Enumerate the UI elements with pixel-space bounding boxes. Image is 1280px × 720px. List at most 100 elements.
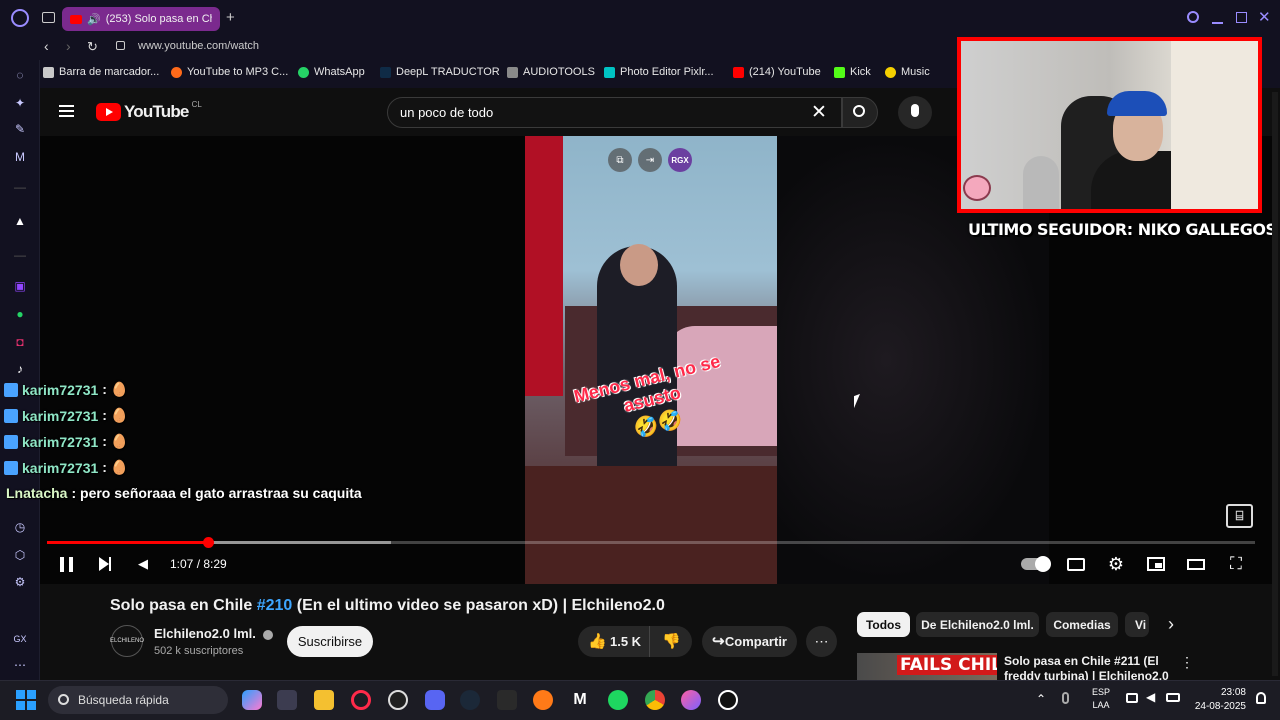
search-input[interactable]: un poco de todo: [387, 97, 842, 128]
speaker-icon[interactable]: 🔊: [87, 13, 101, 26]
chat-username: Lnatacha: [6, 485, 68, 501]
more-actions-button[interactable]: ⋯: [806, 626, 837, 657]
clock-date: 24-08-2025: [1194, 701, 1246, 712]
recommended-menu-icon[interactable]: ⋮: [1180, 654, 1194, 671]
itunes-icon[interactable]: [681, 690, 701, 710]
channel-avatar[interactable]: ELCHILENO: [110, 625, 144, 657]
back-icon[interactable]: ‹: [44, 38, 49, 54]
next-button[interactable]: [96, 554, 114, 574]
triangle-icon[interactable]: ▲: [13, 214, 27, 228]
fullscreen-button[interactable]: ⛶: [1226, 554, 1246, 574]
taskbar-search[interactable]: Búsqueda rápida: [48, 686, 228, 714]
chat-message: karim72731: 🥚: [4, 381, 128, 398]
epic-games-icon[interactable]: [497, 690, 517, 710]
windows-start-icon[interactable]: [16, 690, 36, 710]
scrubber-handle[interactable]: [202, 537, 214, 548]
youtube-logo[interactable]: YouTube CL: [96, 100, 202, 122]
theater-button[interactable]: [1186, 554, 1206, 574]
m-app-icon[interactable]: M: [570, 690, 590, 710]
twitch-icon[interactable]: ▣: [13, 279, 27, 293]
reload-icon[interactable]: ↻: [87, 39, 98, 55]
bookmark-6[interactable]: (214) YouTube: [733, 66, 821, 78]
bookmark-3[interactable]: DeepL TRADUCTOR: [380, 66, 500, 78]
recommended-title[interactable]: Solo pasa en Chile #211 (El freddy turbi…: [1004, 654, 1174, 680]
enter-overlay-icon[interactable]: ⇥: [638, 148, 662, 172]
bookmark-8[interactable]: Music: [885, 66, 930, 78]
volume-tray-icon[interactable]: ◀: [1146, 690, 1155, 704]
instagram-icon[interactable]: ◘: [13, 335, 27, 349]
forward-icon[interactable]: ›: [66, 38, 71, 54]
bookmark-7[interactable]: Kick: [834, 66, 871, 78]
steam-icon[interactable]: [460, 690, 480, 710]
battery-icon[interactable]: [1166, 693, 1180, 702]
mic-tray-icon[interactable]: [1062, 692, 1069, 704]
search-tabs-icon[interactable]: [1187, 11, 1199, 23]
gx-icon[interactable]: GX: [13, 632, 27, 646]
chip-more[interactable]: Vi: [1125, 612, 1149, 637]
subtitles-button[interactable]: [1066, 554, 1086, 574]
close-window-button[interactable]: ✕: [1258, 8, 1271, 26]
chevron-right-icon[interactable]: ›: [1168, 614, 1174, 635]
maximize-button[interactable]: [1236, 12, 1247, 23]
minimize-button[interactable]: [1212, 22, 1223, 24]
pencil-icon[interactable]: ✎: [13, 122, 27, 136]
clear-search-icon[interactable]: ✕: [811, 101, 827, 124]
bookmark-2[interactable]: WhatsApp: [298, 66, 365, 78]
search-button[interactable]: [842, 97, 878, 128]
discord-icon[interactable]: [425, 690, 445, 710]
page-scrollbar[interactable]: [1272, 92, 1278, 676]
tab-overview-icon[interactable]: [42, 12, 55, 23]
tray-chevron-icon[interactable]: ⌃: [1036, 692, 1046, 706]
system-clock[interactable]: 23:08 24-08-2025: [1190, 686, 1246, 714]
tab-youtube[interactable]: 🔊 (253) Solo pasa en Chile: [62, 7, 220, 31]
new-tab-button[interactable]: +: [226, 9, 235, 26]
rgx-badge[interactable]: RGX: [668, 148, 692, 172]
extensions-icon[interactable]: ⬡: [13, 548, 27, 562]
opera-gx-icon[interactable]: [351, 690, 371, 710]
subscribe-button[interactable]: Suscribirse: [287, 626, 373, 657]
chip-channel[interactable]: De Elchileno2.0 lml.: [916, 612, 1039, 637]
network-icon[interactable]: [1126, 693, 1138, 703]
title-hashtag-link[interactable]: #210: [257, 597, 293, 614]
autoplay-toggle[interactable]: [1019, 554, 1051, 574]
file-explorer-icon[interactable]: [314, 690, 334, 710]
bookmark-4[interactable]: AUDIOTOOLS: [507, 66, 595, 78]
bot-icon: [4, 434, 18, 449]
obs-icon[interactable]: [388, 690, 408, 710]
miniplayer-button[interactable]: [1146, 554, 1166, 574]
settings-button[interactable]: ⚙: [1106, 554, 1126, 574]
bookmark-1[interactable]: YouTube to MP3 C...: [171, 66, 288, 78]
calculator-icon[interactable]: [277, 690, 297, 710]
history-icon[interactable]: ◷: [13, 520, 27, 534]
spotify-icon[interactable]: [608, 690, 628, 710]
progress-bar[interactable]: [47, 541, 1255, 544]
notification-icon[interactable]: [1256, 692, 1266, 704]
url-field[interactable]: www.youtube.com/watch: [138, 40, 259, 52]
chrome-icon[interactable]: [645, 690, 665, 710]
ai-icon[interactable]: ✦: [13, 96, 27, 110]
copy-overlay-icon[interactable]: ⧉: [608, 148, 632, 172]
pause-button[interactable]: [58, 554, 74, 574]
aria-icon[interactable]: ◌: [13, 68, 27, 82]
chip-todos[interactable]: Todos: [857, 612, 910, 637]
channel-name[interactable]: Elchileno2.0 lml.: [154, 626, 273, 641]
bookmark-0[interactable]: Barra de marcador...: [43, 66, 159, 78]
language-indicator[interactable]: ESP LAA: [1090, 686, 1112, 712]
messenger-icon[interactable]: M: [13, 150, 27, 164]
settings-icon[interactable]: ⚙: [13, 575, 27, 589]
voice-search-button[interactable]: [898, 96, 932, 129]
channel-watermark-icon[interactable]: ⌸: [1226, 504, 1253, 528]
bookmark-5[interactable]: Photo Editor Pixlr...: [604, 66, 714, 78]
recommended-thumbnail[interactable]: FAILS CHILE: [857, 653, 997, 680]
share-button[interactable]: ↪ Compartir: [702, 626, 797, 657]
app-icon[interactable]: [718, 690, 738, 710]
tiktok-icon[interactable]: ♪: [13, 362, 27, 376]
firefox-icon[interactable]: [533, 690, 553, 710]
volume-button[interactable]: ◀: [134, 554, 152, 574]
more-icon[interactable]: ⋯: [13, 658, 27, 672]
opera-logo-icon[interactable]: [11, 9, 29, 27]
copilot-icon[interactable]: [242, 690, 262, 710]
chip-comedias[interactable]: Comedias: [1046, 612, 1118, 637]
whatsapp-icon[interactable]: ●: [13, 307, 27, 321]
menu-icon[interactable]: [59, 105, 74, 117]
